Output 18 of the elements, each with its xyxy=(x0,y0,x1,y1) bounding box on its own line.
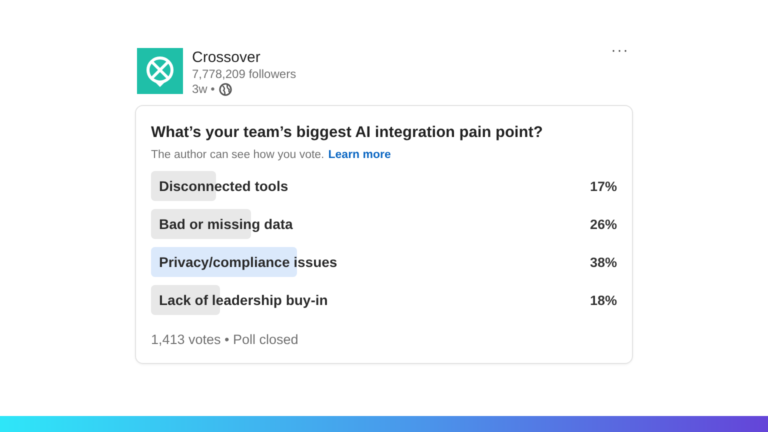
author-name[interactable]: Crossover xyxy=(192,48,296,67)
option-percent: 17% xyxy=(590,178,617,194)
option-label: Bad or missing data xyxy=(158,216,293,232)
option-percent: 26% xyxy=(590,216,617,232)
option-percent: 18% xyxy=(590,292,617,308)
more-options-button[interactable]: ··· xyxy=(611,42,629,59)
option-label: Privacy/compliance issues xyxy=(158,254,338,270)
learn-more-link[interactable]: Learn more xyxy=(328,149,391,161)
poll-summary: 1,413 votes • Poll closed xyxy=(151,332,300,347)
privacy-note: The author can see how you vote. xyxy=(151,149,324,161)
option-label: Disconnected tools xyxy=(158,178,288,194)
follower-count: 7,778,209 followers xyxy=(192,67,296,82)
globe-icon xyxy=(218,83,232,96)
option-percent: 38% xyxy=(590,254,617,270)
option-label: Lack of leadership buy-in xyxy=(158,292,328,308)
company-logo xyxy=(137,48,183,94)
post-age: 3w • xyxy=(192,82,215,97)
poll-question: What’s your team’s biggest AI integration pain point? xyxy=(151,124,544,142)
